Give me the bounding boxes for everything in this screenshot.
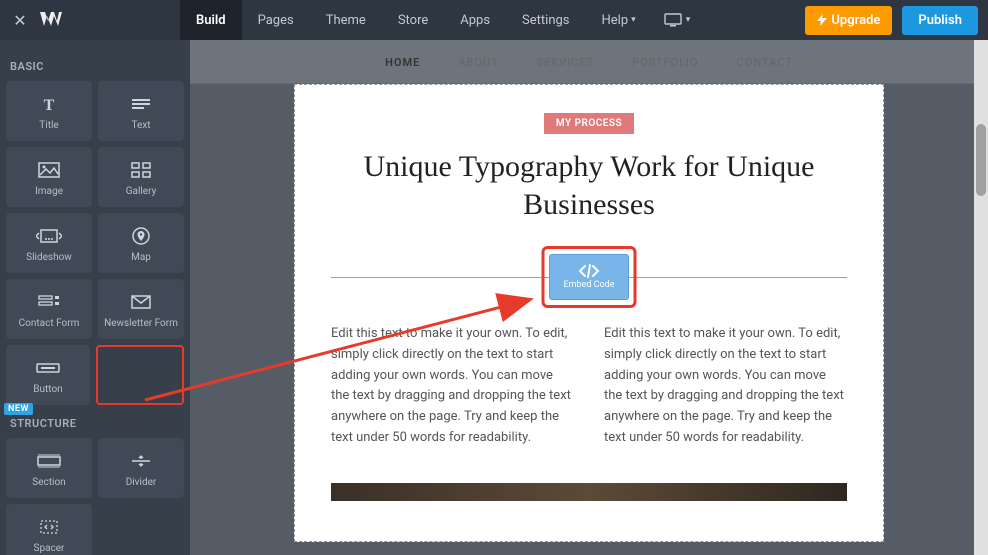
image-placeholder[interactable] xyxy=(331,483,847,501)
publish-button[interactable]: Publish xyxy=(902,6,978,35)
text-column-left[interactable]: Edit this text to make it your own. To e… xyxy=(331,324,574,449)
tool-empty-slot[interactable] xyxy=(96,345,184,405)
title-icon: T xyxy=(39,92,59,116)
top-bar: ✕ Build Pages Theme Store Apps Settings … xyxy=(0,0,988,40)
section-icon xyxy=(37,449,61,473)
nav-store[interactable]: Store xyxy=(382,0,444,40)
main-nav: Build Pages Theme Store Apps Settings He… xyxy=(180,0,652,40)
site-nav-services[interactable]: SERVICES xyxy=(537,56,594,69)
map-icon xyxy=(132,224,150,248)
tool-title[interactable]: T Title xyxy=(6,81,92,141)
contact-form-icon xyxy=(38,290,60,314)
close-icon[interactable]: ✕ xyxy=(0,11,40,30)
chevron-down-icon: ▾ xyxy=(686,15,691,25)
chevron-down-icon: ▾ xyxy=(631,15,636,25)
text-icon xyxy=(130,92,152,116)
device-selector[interactable]: ▾ xyxy=(664,13,691,27)
nav-settings[interactable]: Settings xyxy=(506,0,585,40)
site-nav-portfolio[interactable]: PORTFOLIO xyxy=(632,56,699,69)
editor-canvas: HOME ABOUT SERVICES PORTFOLIO CONTACT MY… xyxy=(190,40,988,555)
button-icon xyxy=(36,356,60,380)
text-column-right[interactable]: Edit this text to make it your own. To e… xyxy=(604,324,847,449)
svg-text:T: T xyxy=(44,97,55,112)
weebly-logo-icon xyxy=(40,12,80,28)
section-tag[interactable]: MY PROCESS xyxy=(544,113,634,134)
section-label-structure: NEW STRUCTURE xyxy=(10,417,180,430)
scrollbar-thumb[interactable] xyxy=(976,124,986,196)
new-badge: NEW xyxy=(4,403,33,415)
tool-map[interactable]: Map xyxy=(98,213,184,273)
section-label-basic: BASIC xyxy=(10,60,180,73)
tool-slideshow[interactable]: Slideshow xyxy=(6,213,92,273)
tool-empty xyxy=(98,504,184,555)
tool-contact-form[interactable]: Contact Form xyxy=(6,279,92,339)
gallery-icon xyxy=(131,158,151,182)
nav-apps[interactable]: Apps xyxy=(444,0,506,40)
site-nav-about[interactable]: ABOUT xyxy=(458,56,498,69)
image-icon xyxy=(38,158,60,182)
newsletter-icon xyxy=(131,290,151,314)
embed-code-chip[interactable]: Embed Code xyxy=(549,254,629,300)
slideshow-icon xyxy=(36,224,62,248)
nav-theme[interactable]: Theme xyxy=(310,0,382,40)
headline-text[interactable]: Unique Typography Work for Unique Busine… xyxy=(331,148,847,223)
tool-section[interactable]: Section xyxy=(6,438,92,498)
nav-help[interactable]: Help▾ xyxy=(586,0,652,40)
tool-image[interactable]: Image xyxy=(6,147,92,207)
code-icon xyxy=(578,264,600,278)
page-sheet[interactable]: MY PROCESS Unique Typography Work for Un… xyxy=(294,84,884,542)
desktop-icon xyxy=(664,13,682,27)
scrollbar[interactable] xyxy=(974,40,988,555)
spacer-icon xyxy=(39,515,59,539)
lightning-icon xyxy=(817,14,827,26)
nav-pages[interactable]: Pages xyxy=(242,0,310,40)
site-nav-home[interactable]: HOME xyxy=(385,56,420,69)
nav-build[interactable]: Build xyxy=(180,0,242,40)
tool-button[interactable]: Button xyxy=(6,345,90,405)
tool-text[interactable]: Text xyxy=(98,81,184,141)
tool-spacer[interactable]: Spacer xyxy=(6,504,92,555)
tool-divider[interactable]: Divider xyxy=(98,438,184,498)
upgrade-button[interactable]: Upgrade xyxy=(805,6,892,35)
site-nav-contact[interactable]: CONTACT xyxy=(737,56,793,69)
drop-zone: Embed Code xyxy=(331,249,847,304)
divider-icon xyxy=(130,449,152,473)
tool-newsletter-form[interactable]: Newsletter Form xyxy=(98,279,184,339)
site-nav: HOME ABOUT SERVICES PORTFOLIO CONTACT xyxy=(190,40,988,84)
tool-gallery[interactable]: Gallery xyxy=(98,147,184,207)
element-sidebar: BASIC T Title Text Image Gallery xyxy=(0,40,190,555)
